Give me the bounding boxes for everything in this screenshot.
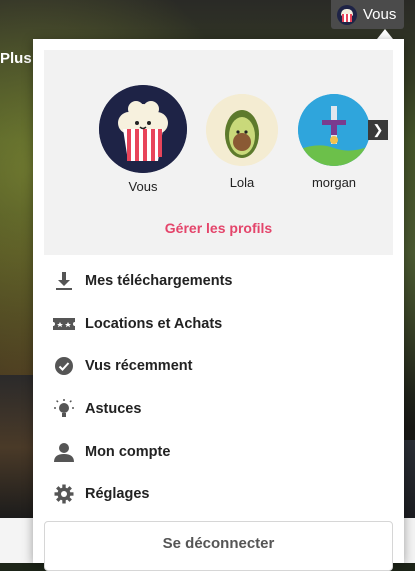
profile-name: morgan bbox=[311, 175, 357, 190]
account-dropdown: Vous Lola morgan ❯ Gérer les profils Mes… bbox=[33, 39, 404, 571]
menu-item-rentals[interactable]: Locations et Achats bbox=[33, 303, 404, 346]
menu-item-recently-watched[interactable]: Vus récemment bbox=[33, 345, 404, 388]
profile-name: Vous bbox=[128, 179, 158, 194]
user-icon bbox=[52, 440, 76, 464]
check-circle-icon bbox=[52, 354, 76, 378]
account-label: Vous bbox=[363, 6, 397, 23]
account-menu: Mes téléchargements Locations et Achats … bbox=[33, 260, 404, 516]
menu-item-label: Vus récemment bbox=[85, 358, 193, 375]
menu-item-label: Mon compte bbox=[85, 443, 171, 460]
logout-button[interactable]: Se déconnecter bbox=[44, 521, 393, 571]
profile-name: Lola bbox=[229, 175, 255, 190]
menu-item-downloads[interactable]: Mes téléchargements bbox=[33, 260, 404, 303]
menu-item-label: Locations et Achats bbox=[85, 315, 223, 332]
menu-item-tips[interactable]: Astuces bbox=[33, 388, 404, 431]
sword-avatar-icon bbox=[298, 94, 370, 166]
gear-icon bbox=[52, 482, 76, 506]
popcorn-avatar-icon bbox=[99, 85, 187, 173]
manage-profiles-link[interactable]: Gérer les profils bbox=[44, 220, 393, 236]
download-icon bbox=[52, 269, 76, 293]
menu-item-label: Réglages bbox=[85, 486, 150, 503]
menu-item-label: Mes téléchargements bbox=[85, 273, 233, 290]
menu-item-settings[interactable]: Réglages bbox=[33, 473, 404, 516]
ticket-icon bbox=[52, 312, 76, 336]
lightbulb-icon bbox=[52, 397, 76, 421]
profile-lola[interactable]: Lola bbox=[205, 94, 279, 190]
dropdown-caret bbox=[377, 29, 393, 39]
background-title: Plus bbox=[0, 50, 32, 67]
profile-morgan[interactable]: morgan bbox=[297, 94, 371, 190]
profiles-section: Vous Lola morgan ❯ Gérer les profils bbox=[44, 50, 393, 255]
menu-item-account[interactable]: Mon compte bbox=[33, 430, 404, 473]
avocado-avatar-icon bbox=[206, 94, 278, 166]
popcorn-avatar-icon bbox=[337, 4, 357, 25]
account-menu-button[interactable]: Vous bbox=[331, 0, 404, 29]
profile-vous[interactable]: Vous bbox=[98, 85, 188, 194]
menu-item-label: Astuces bbox=[85, 401, 142, 418]
chevron-right-icon[interactable]: ❯ bbox=[368, 120, 388, 140]
